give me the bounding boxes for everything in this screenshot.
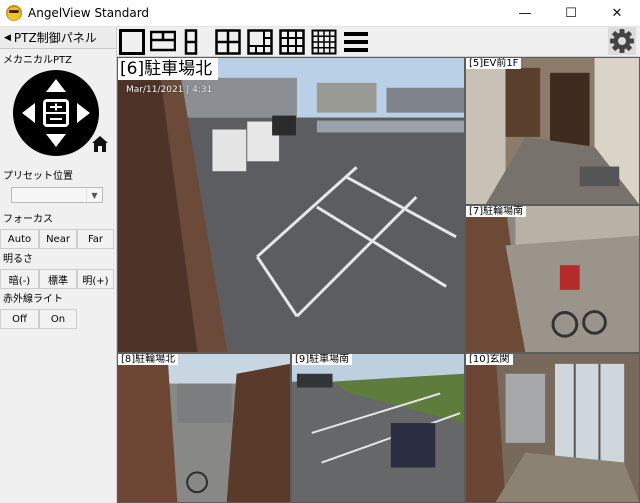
collapse-arrow-icon: ◀ <box>4 32 11 43</box>
pan-left-icon[interactable] <box>22 103 35 123</box>
camera-grid: [6]駐車場北 Mar/11/2021 | 4:31 [5]EV前1F [7]駐… <box>117 57 640 503</box>
infrared-off-button[interactable]: Off <box>0 309 39 329</box>
infrared-light-label: 赤外線ライト <box>3 294 63 305</box>
camera-timestamp-6: Mar/11/2021 | 4:31 <box>126 85 213 95</box>
bicycle-south-feed <box>466 206 639 352</box>
parking-south-feed <box>292 354 464 502</box>
preset-position-label: プリセット位置 <box>3 171 73 182</box>
window-controls: — ☐ ✕ <box>502 0 640 27</box>
pan-up-icon[interactable] <box>46 79 66 92</box>
camera-label-10: [10]玄関 <box>466 354 513 365</box>
camera-view-6[interactable]: [6]駐車場北 Mar/11/2021 | 4:31 <box>117 57 465 353</box>
layout-toolbar <box>117 27 640 57</box>
layout-1-plus-2-icon[interactable] <box>150 29 176 55</box>
layout-split-vertical-icon[interactable] <box>181 29 207 55</box>
ptz-area <box>0 67 116 167</box>
panel-title: PTZ制御パネル <box>13 31 97 45</box>
focus-button-row: Auto Near Far <box>0 229 116 249</box>
focus-far-button[interactable]: Far <box>77 229 114 249</box>
entrance-feed <box>466 354 639 502</box>
infrared-on-button[interactable]: On <box>39 309 77 329</box>
focus-auto-button[interactable]: Auto <box>0 229 39 249</box>
title-bar: AngelView Standard — ☐ ✕ <box>0 0 640 27</box>
camera-label-6: [6]駐車場北 <box>118 58 219 80</box>
camera-label-8: [8]駐輪場北 <box>118 354 179 365</box>
pan-down-icon[interactable] <box>46 134 66 147</box>
camera-view-9[interactable]: [9]駐車場南 <box>291 353 465 503</box>
maximize-button[interactable]: ☐ <box>548 0 594 27</box>
parking-north-feed <box>118 58 464 352</box>
ptz-arrows-icon <box>22 79 90 147</box>
brightness-button-row: 暗(-) 標準 明(+) <box>0 269 116 289</box>
minimize-button[interactable]: — <box>502 0 548 27</box>
ptz-control-panel: ◀ PTZ制御パネル メカニカルPTZ プリセット位置 ▼ フォーカス Auto… <box>0 27 117 503</box>
camera-view-8[interactable]: [8]駐輪場北 <box>117 353 291 503</box>
brightness-standard-button[interactable]: 標準 <box>39 269 77 289</box>
gear-icon[interactable] <box>608 27 636 55</box>
camera-view-10[interactable]: [10]玄関 <box>465 353 640 503</box>
preset-position-select[interactable]: ▼ <box>11 187 103 203</box>
ptz-direction-pad[interactable] <box>13 70 99 156</box>
layout-1-plus-5-icon[interactable] <box>247 29 273 55</box>
layout-grid-16-icon[interactable] <box>311 29 337 55</box>
layout-single-icon[interactable] <box>119 29 145 55</box>
close-button[interactable]: ✕ <box>594 0 640 27</box>
camera-label-5: [5]EV前1F <box>466 58 522 69</box>
bicycle-north-feed <box>118 354 290 502</box>
camera-label-7: [7]駐輪場南 <box>466 206 527 217</box>
chevron-down-icon: ▼ <box>86 188 102 202</box>
mechanical-ptz-label: メカニカルPTZ <box>3 55 72 66</box>
layout-grid-9-icon[interactable] <box>279 29 305 55</box>
camera-label-9: [9]駐車場南 <box>292 354 353 365</box>
window-title: AngelView Standard <box>28 6 150 20</box>
brightness-dark-button[interactable]: 暗(-) <box>0 269 39 289</box>
brightness-bright-button[interactable]: 明(+) <box>77 269 114 289</box>
panel-collapse-toggle[interactable]: ◀ PTZ制御パネル <box>0 27 116 49</box>
brightness-label: 明るさ <box>3 254 33 265</box>
infrared-button-row: Off On <box>0 309 116 329</box>
focus-label: フォーカス <box>3 214 53 225</box>
app-logo-icon <box>6 5 22 21</box>
camera-view-5[interactable]: [5]EV前1F <box>465 57 640 205</box>
layout-quad-icon[interactable] <box>215 29 241 55</box>
focus-near-button[interactable]: Near <box>39 229 77 249</box>
camera-view-7[interactable]: [7]駐輪場南 <box>465 205 640 353</box>
layout-list-icon[interactable] <box>343 29 369 55</box>
home-position-icon[interactable] <box>91 135 109 153</box>
ev-front-feed <box>466 58 639 204</box>
pan-right-icon[interactable] <box>77 103 90 123</box>
